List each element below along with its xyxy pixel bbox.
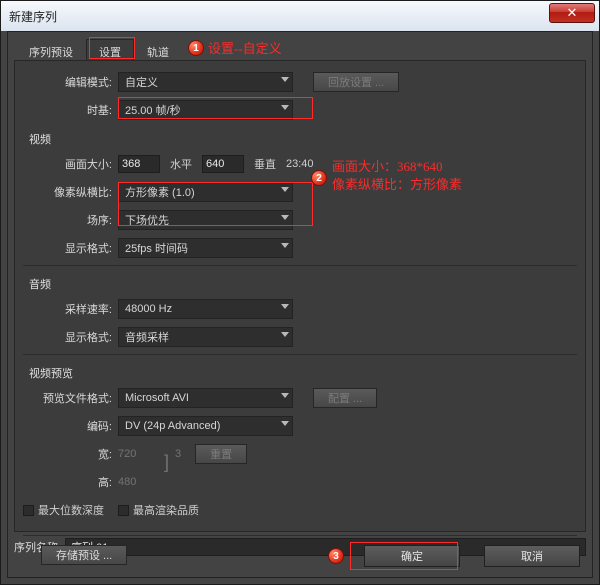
preview-width: 720: [118, 448, 158, 460]
tab-settings[interactable]: 设置: [86, 39, 134, 61]
cancel-button[interactable]: 取消: [484, 545, 580, 567]
badge-3: 3: [328, 548, 344, 564]
select-editmode[interactable]: 自定义: [118, 72, 293, 92]
badge-1: 1: [188, 40, 204, 56]
checkbox-maxbit[interactable]: [23, 505, 34, 516]
section-video: 视频: [29, 131, 577, 147]
select-par-value: 方形像素 (1.0): [125, 184, 195, 200]
input-height[interactable]: [202, 155, 244, 173]
reset-dims-button: 重置: [195, 444, 247, 464]
badge-2: 2: [311, 170, 327, 186]
label-maxrender: 最高渲染品质: [133, 502, 199, 518]
label-framesize: 画面大小:: [23, 156, 118, 172]
section-preview: 视频预览: [29, 365, 577, 381]
select-fields-value: 下场优先: [125, 212, 169, 228]
label-vert: 垂直: [254, 156, 276, 172]
chevron-down-icon: [281, 215, 289, 220]
chevron-down-icon: [281, 77, 289, 82]
select-dispa-value: 音频采样: [125, 329, 169, 345]
select-prevfmt-value: Microsoft AVI: [125, 392, 189, 404]
label-timebase: 时基:: [23, 102, 118, 118]
select-codec-value: DV (24p Advanced): [125, 420, 220, 432]
label-par: 像素纵横比:: [23, 184, 118, 200]
chevron-down-icon: [281, 187, 289, 192]
preview-config-button: 配置 ...: [313, 388, 377, 408]
label-codec: 编码:: [23, 418, 118, 434]
select-fields[interactable]: 下场优先: [118, 210, 293, 230]
label-sample: 采样速率:: [23, 301, 118, 317]
settings-panel: 编辑模式: 自定义 回放设置 ... 时基: 25.00 帧/秒 视频 画面大小…: [14, 60, 586, 532]
chevron-down-icon: [281, 393, 289, 398]
close-button[interactable]: ✕: [549, 3, 595, 23]
label-prevfmt: 预览文件格式:: [23, 390, 118, 406]
label-ph: 高:: [23, 474, 118, 490]
tab-presets[interactable]: 序列预设: [16, 39, 86, 61]
preview-height: 480: [118, 476, 136, 488]
chevron-down-icon: [281, 105, 289, 110]
select-dispv-value: 25fps 时间码: [125, 240, 188, 256]
select-sample[interactable]: 48000 Hz: [118, 299, 293, 319]
select-timebase[interactable]: 25.00 帧/秒: [118, 100, 293, 120]
checkbox-maxrender[interactable]: [118, 505, 129, 516]
select-dispv[interactable]: 25fps 时间码: [118, 238, 293, 258]
select-codec[interactable]: DV (24p Advanced): [118, 416, 293, 436]
label-fields: 场序:: [23, 212, 118, 228]
select-dispa[interactable]: 音频采样: [118, 327, 293, 347]
tab-tracks[interactable]: 轨道: [134, 39, 182, 61]
label-maxbit: 最大位数深度: [38, 502, 104, 518]
link-indicator: 3: [175, 448, 181, 460]
label-horiz: 水平: [170, 156, 192, 172]
save-preset-button[interactable]: 存储预设 ...: [41, 545, 127, 565]
select-sample-value: 48000 Hz: [125, 303, 172, 315]
ok-button[interactable]: 确定: [364, 545, 460, 567]
label-dispv: 显示格式:: [23, 240, 118, 256]
label-editmode: 编辑模式:: [23, 74, 118, 90]
select-prevfmt[interactable]: Microsoft AVI: [118, 388, 293, 408]
playback-button: 回放设置 ...: [313, 72, 399, 92]
chevron-down-icon: [281, 304, 289, 309]
aspect-readout: 23:40: [286, 158, 314, 170]
chevron-down-icon: [281, 421, 289, 426]
label-dispa: 显示格式:: [23, 329, 118, 345]
label-pw: 宽:: [23, 446, 118, 462]
select-par[interactable]: 方形像素 (1.0): [118, 182, 293, 202]
window-title: 新建序列: [9, 8, 591, 25]
chevron-down-icon: [281, 332, 289, 337]
annotation-2a: 画面大小：368*640: [332, 156, 443, 175]
section-audio: 音频: [29, 276, 577, 292]
chevron-down-icon: [281, 243, 289, 248]
titlebar: 新建序列 ✕: [1, 1, 599, 31]
select-timebase-value: 25.00 帧/秒: [125, 102, 181, 118]
annotation-2b: 像素纵横比：方形像素: [332, 174, 462, 193]
tabs: 序列预设 设置 轨道: [16, 38, 586, 60]
select-editmode-value: 自定义: [125, 74, 158, 90]
input-width[interactable]: [118, 155, 160, 173]
link-icon: ]: [164, 452, 169, 473]
annotation-1: 设置--自定义: [208, 38, 282, 57]
